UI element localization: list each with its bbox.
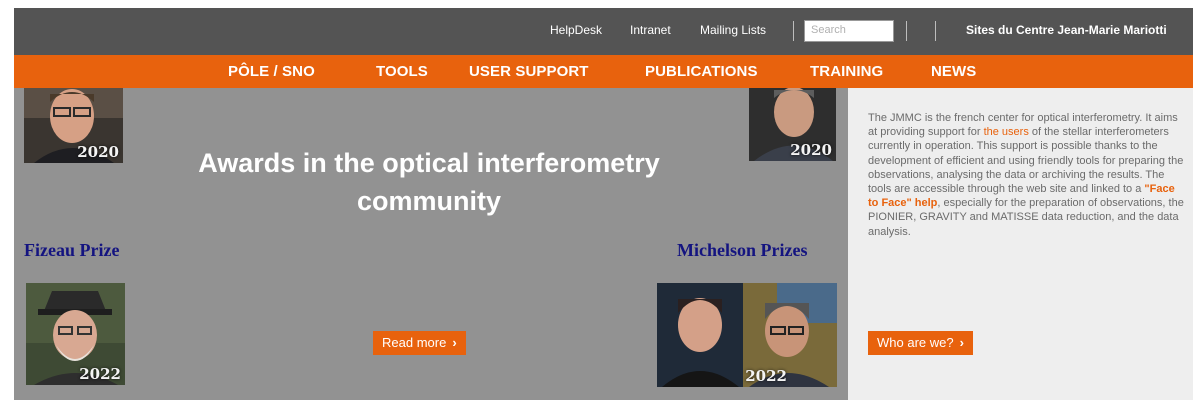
fizeau-2020-photo: 2020 bbox=[24, 88, 123, 163]
michelson-2022-photo: 2022 bbox=[657, 283, 837, 387]
fizeau-2022-photo: 2022 bbox=[26, 283, 125, 385]
chevron-right-icon: › bbox=[452, 335, 457, 350]
about-panel: The JMMC is the french center for optica… bbox=[848, 88, 1193, 400]
chevron-right-icon: › bbox=[959, 335, 964, 350]
main-nav: PÔLE / SNO TOOLS USER SUPPORT PUBLICATIO… bbox=[14, 55, 1193, 88]
who-are-we-label: Who are we? bbox=[877, 335, 954, 350]
year-label: 2020 bbox=[790, 141, 832, 159]
top-utility-bar: HelpDesk Intranet Mailing Lists Search S… bbox=[14, 8, 1193, 55]
search-input[interactable]: Search bbox=[804, 20, 894, 42]
nav-item-tools[interactable]: TOOLS bbox=[376, 63, 428, 80]
fizeau-prize-label[interactable]: Fizeau Prize bbox=[24, 240, 119, 261]
read-more-button[interactable]: Read more › bbox=[373, 331, 466, 355]
sites-menu-link[interactable]: Sites du Centre Jean-Marie Mariotti bbox=[966, 23, 1193, 37]
year-label: 2022 bbox=[745, 367, 787, 385]
separator bbox=[906, 21, 907, 41]
awards-banner: 2020 2020 Awards in the optical interfer… bbox=[14, 88, 848, 400]
michelson-2020-photo: 2020 bbox=[749, 88, 836, 161]
separator bbox=[793, 21, 794, 41]
nav-item-user-support[interactable]: USER SUPPORT bbox=[469, 63, 589, 80]
banner-title-line: Awards in the optical interferometry bbox=[198, 148, 660, 178]
intranet-link[interactable]: Intranet bbox=[630, 23, 671, 37]
mailing-lists-link[interactable]: Mailing Lists bbox=[700, 23, 766, 37]
banner-title-line: community bbox=[356, 186, 502, 216]
separator bbox=[935, 21, 936, 41]
year-label: 2022 bbox=[79, 365, 121, 383]
about-text: The JMMC is the french center for optica… bbox=[868, 111, 1186, 239]
year-label: 2020 bbox=[77, 143, 119, 161]
nav-item-news[interactable]: NEWS bbox=[931, 63, 976, 80]
read-more-label: Read more bbox=[382, 335, 447, 350]
who-are-we-button[interactable]: Who are we? › bbox=[868, 331, 973, 355]
michelson-prizes-label[interactable]: Michelson Prizes bbox=[677, 240, 807, 261]
nav-item-publications[interactable]: PUBLICATIONS bbox=[645, 63, 758, 80]
banner-title: Awards in the optical interferometry com… bbox=[134, 144, 724, 220]
helpdesk-link[interactable]: HelpDesk bbox=[550, 23, 602, 37]
nav-item-pole-sno[interactable]: PÔLE / SNO bbox=[228, 63, 315, 80]
users-link[interactable]: the users bbox=[984, 126, 1029, 138]
nav-item-training[interactable]: TRAINING bbox=[810, 63, 883, 80]
